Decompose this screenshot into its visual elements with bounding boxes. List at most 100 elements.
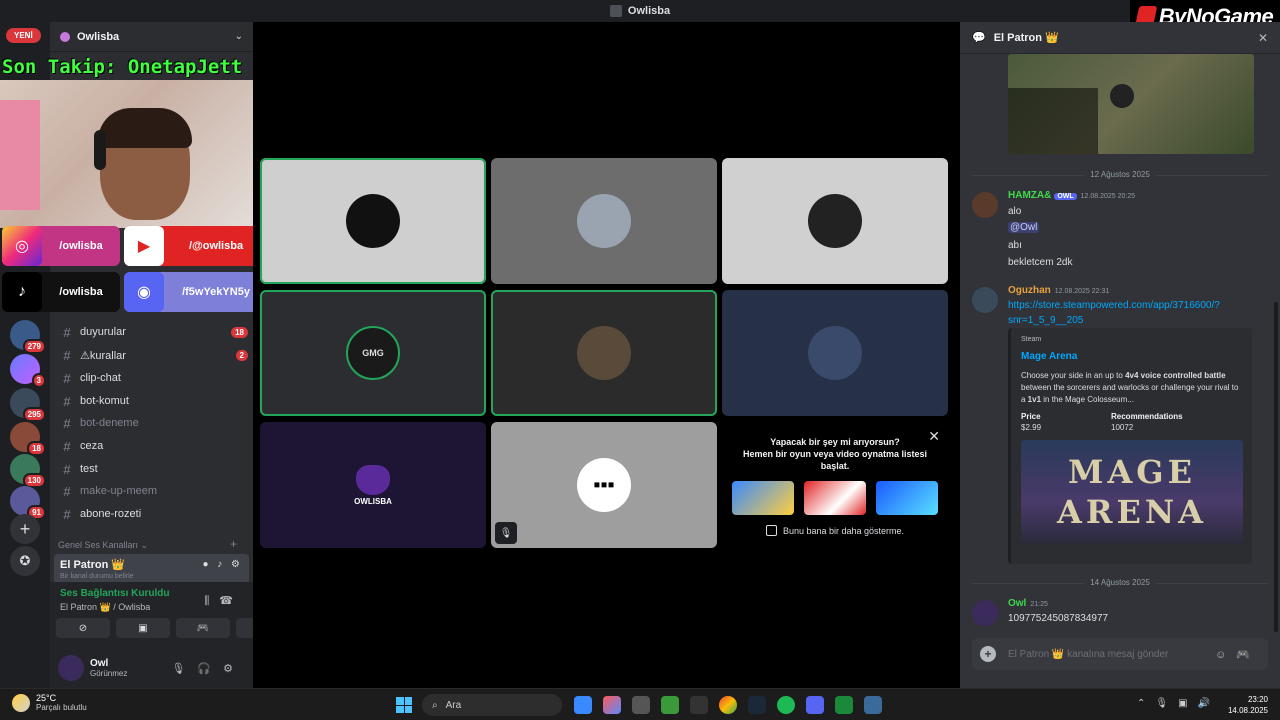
voice-channel-status[interactable]: Bir kanal durumu belirle — [60, 573, 243, 580]
add-server-button[interactable]: + — [10, 514, 40, 544]
hash-icon: # — [63, 438, 71, 454]
embed-provider: Steam — [1021, 336, 1042, 343]
voice-category[interactable]: Genel Ses Kanalları ⌄ + — [58, 537, 237, 551]
close-icon[interactable]: ✕ — [1258, 31, 1268, 45]
user-controls[interactable]: 🎙🎧⚙ — [171, 662, 245, 675]
add-attachment-icon[interactable]: + — [980, 646, 996, 662]
server-icon[interactable]: 18 — [10, 422, 46, 456]
last-follow-overlay: Son Takip: OnetapJett — [2, 56, 243, 78]
message-author[interactable]: Owl — [1008, 598, 1026, 609]
avatar[interactable] — [972, 600, 998, 626]
date-divider: 14 Ağustos 2025 — [972, 578, 1268, 587]
edge-icon[interactable] — [574, 696, 592, 714]
channel-abone-rozeti[interactable]: # abone-rozeti — [58, 504, 248, 524]
discord-icon[interactable] — [806, 696, 824, 714]
hash-icon: # — [63, 461, 71, 477]
participant-tile[interactable] — [491, 158, 717, 284]
participant-tile[interactable] — [260, 158, 486, 284]
guild-name: Owlisba — [77, 30, 120, 43]
attachment-image[interactable] — [1008, 54, 1254, 154]
clock[interactable]: 23:20 14.08.2025 — [1228, 694, 1268, 716]
participant-tile[interactable]: GMG — [260, 290, 486, 416]
message-link[interactable]: snr=1_5_9__205 — [1008, 315, 1083, 326]
participant-avatar: ▪▪▪ — [577, 458, 631, 512]
message-author[interactable]: HAMZA& — [1008, 190, 1051, 201]
participant-tile[interactable] — [722, 158, 948, 284]
channel-label: abone-rozeti — [80, 508, 142, 520]
guild-header[interactable]: Owlisba ⌄ — [50, 22, 253, 52]
user-mention[interactable]: @Owl — [1008, 222, 1040, 233]
embed-image[interactable]: MAGE ARENA — [1021, 440, 1243, 544]
channel-make-up-meem[interactable]: # make-up-meem — [58, 481, 248, 501]
chat-scrollbar[interactable] — [1274, 302, 1278, 632]
channel-bot-deneme[interactable]: # bot-deneme — [58, 413, 248, 433]
voice-channel-actions[interactable]: ● ♪ ⚙ — [202, 559, 243, 570]
windows-start-icon[interactable] — [396, 697, 412, 713]
app-icon[interactable] — [835, 696, 853, 714]
input-channel: El Patron 👑 — [1008, 648, 1065, 660]
message-author[interactable]: Oguzhan — [1008, 285, 1051, 296]
embed-title[interactable]: Mage Arena — [1021, 351, 1242, 362]
close-icon[interactable]: ✕ — [928, 428, 940, 445]
participant-tile[interactable] — [722, 290, 948, 416]
input-actions[interactable]: ☺🎮 — [1215, 648, 1260, 661]
participant-tile[interactable]: ▪▪▪ 🎙 — [491, 422, 717, 548]
camera-off-button[interactable]: ⊘ — [56, 618, 110, 638]
channel-ceza[interactable]: # ceza — [58, 436, 248, 456]
message-link[interactable]: https://store.steampowered.com/app/37166… — [1008, 300, 1220, 311]
server-icon[interactable]: 130 — [10, 454, 46, 488]
voice-panel-actions[interactable]: ⫼☎ — [204, 594, 243, 608]
message-line: 1097752450878349​77 — [1008, 613, 1109, 624]
new-badge: YENİ — [6, 28, 41, 43]
owl-icon — [356, 464, 390, 495]
voice-channel-el-patron[interactable]: El Patron 👑 Bir kanal durumu belirle ● ♪… — [54, 554, 249, 584]
copilot-icon[interactable] — [603, 696, 621, 714]
embed-field-recommendations: Recommendations 10072 — [1111, 412, 1231, 432]
add-channel-icon[interactable]: + — [230, 537, 237, 551]
avatar[interactable] — [58, 655, 84, 681]
channel-label: bot-deneme — [80, 417, 139, 429]
channel-bot-komut[interactable]: # bot-komut — [58, 391, 248, 411]
participant-avatar — [346, 194, 400, 248]
dont-show-option[interactable]: Bunu bana bir daha gösterme. — [722, 525, 948, 536]
discover-icon[interactable]: ✪ — [10, 546, 40, 576]
chat-panel: 💬 El Patron 👑 ✕ 12 Ağustos 2025 HAMZA& OW… — [960, 22, 1280, 688]
window-title: Owlisba — [627, 5, 671, 17]
message-input[interactable]: + El Patron 👑 kanalına mesaj gönder ☺🎮 — [972, 638, 1268, 670]
server-icon[interactable]: 3 — [10, 354, 46, 388]
avatar[interactable] — [972, 287, 998, 313]
channel-label: test — [80, 463, 98, 475]
server-icon[interactable]: 279 — [10, 320, 46, 354]
server-icon[interactable]: 295 — [10, 388, 46, 422]
temperature: 25°C — [36, 693, 57, 703]
channel-test[interactable]: # test — [58, 459, 248, 479]
search-box[interactable]: ⌕ Ara — [422, 694, 562, 716]
chrome-icon[interactable] — [719, 696, 737, 714]
tiktok-icon: ♪ — [2, 272, 42, 312]
steam-icon[interactable] — [748, 696, 766, 714]
checkbox[interactable] — [765, 525, 777, 536]
game-thumbnail[interactable] — [876, 481, 938, 515]
activity-button[interactable]: 🎮 — [176, 618, 230, 638]
channel-clip-chat[interactable]: # clip-chat — [58, 368, 248, 388]
game-thumbnail[interactable] — [804, 481, 866, 515]
user-name: Owl — [90, 658, 109, 669]
server-icon[interactable]: 91 — [10, 486, 46, 520]
weather-widget[interactable]: 25°C Parçalı bulutlu — [12, 693, 87, 712]
youtube-overlay: ▶/@owlisba — [124, 226, 268, 266]
system-tray[interactable]: ⌃🎙▣🔊 — [1137, 698, 1220, 709]
participant-tile[interactable] — [491, 290, 717, 416]
minecraft-icon[interactable] — [661, 696, 679, 714]
app-icon[interactable] — [864, 696, 882, 714]
screen-share-button[interactable]: ▣ — [116, 618, 170, 638]
channel-kurallar[interactable]: # ⚠kurallar 2 — [58, 345, 248, 365]
app-icon[interactable] — [632, 696, 650, 714]
participant-tile[interactable]: OWLISBA — [260, 422, 486, 548]
activity-question: Yapacak bir şey mi arıyorsun? — [770, 437, 900, 447]
game-thumbnail[interactable] — [732, 481, 794, 515]
spotify-icon[interactable] — [777, 696, 795, 714]
app-icon[interactable] — [690, 696, 708, 714]
server-badge: 295 — [22, 407, 46, 422]
avatar[interactable] — [972, 192, 998, 218]
channel-duyurular[interactable]: # duyurular 18 — [58, 322, 248, 342]
